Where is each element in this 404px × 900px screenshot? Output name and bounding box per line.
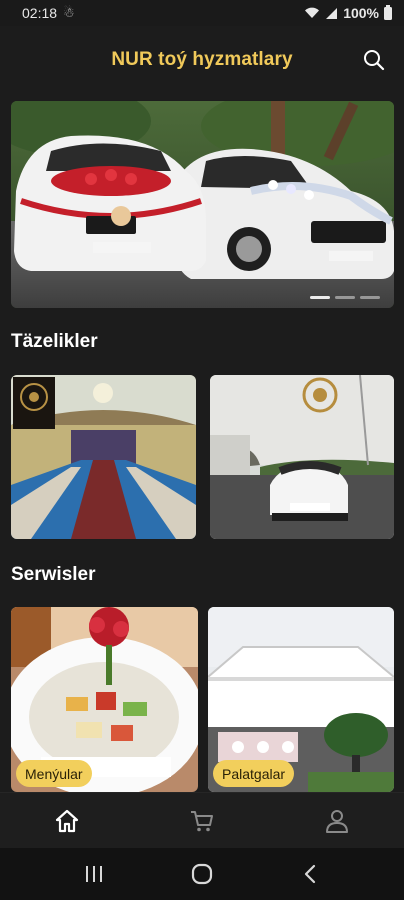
profile-icon — [325, 809, 348, 833]
app-bar: NUR toý hyzmatlary — [0, 26, 404, 94]
carousel-indicator — [310, 296, 380, 299]
status-time: 02:18 — [22, 5, 58, 21]
app-screen: 02:18 ☃ 100% NUR toý hyzmatlary Täzelikl… — [0, 0, 404, 900]
carousel-dot-1[interactable] — [310, 296, 330, 299]
news-card-1[interactable] — [11, 375, 196, 539]
news-section-title: Täzelikler — [11, 331, 98, 352]
service-card-menus[interactable]: Menýular — [11, 607, 198, 792]
service-card-tents[interactable]: Palatgalar — [208, 607, 394, 792]
battery-percentage: 100% — [343, 5, 379, 21]
back-button[interactable] — [280, 852, 340, 896]
service-label-menus: Menýular — [16, 760, 92, 787]
hero-image — [11, 101, 394, 308]
carousel-dot-3[interactable] — [360, 296, 380, 299]
search-icon — [364, 50, 385, 71]
news-card-2[interactable] — [210, 375, 394, 539]
bottom-navigation — [0, 792, 404, 848]
recent-apps-icon — [86, 866, 102, 882]
service-label-tents: Palatgalar — [213, 760, 295, 787]
status-indicators: 100% — [304, 4, 392, 21]
status-bar: 02:18 ☃ 100% — [0, 0, 404, 26]
system-navigation-bar — [0, 848, 404, 900]
services-section-title: Serwisler — [11, 564, 96, 585]
hero-banner[interactable] — [11, 101, 394, 308]
app-title: NUR toý hyzmatlary — [111, 49, 293, 70]
notification-icon: ☃ — [63, 5, 75, 20]
cart-icon — [190, 810, 213, 831]
home-circle-icon — [191, 863, 213, 885]
back-icon — [304, 864, 316, 884]
nav-home[interactable] — [37, 797, 97, 845]
nav-cart[interactable] — [172, 797, 232, 845]
recent-apps-button[interactable] — [64, 852, 124, 896]
wifi-icon — [305, 7, 320, 19]
search-button[interactable] — [360, 46, 388, 74]
carousel-dot-2[interactable] — [335, 296, 355, 299]
nav-profile[interactable] — [307, 797, 367, 845]
signal-icon — [326, 7, 338, 19]
home-icon — [56, 809, 79, 832]
home-system-button[interactable] — [172, 852, 232, 896]
news-image-hall — [11, 375, 196, 539]
battery-icon — [384, 4, 392, 20]
news-image-car — [210, 375, 394, 539]
